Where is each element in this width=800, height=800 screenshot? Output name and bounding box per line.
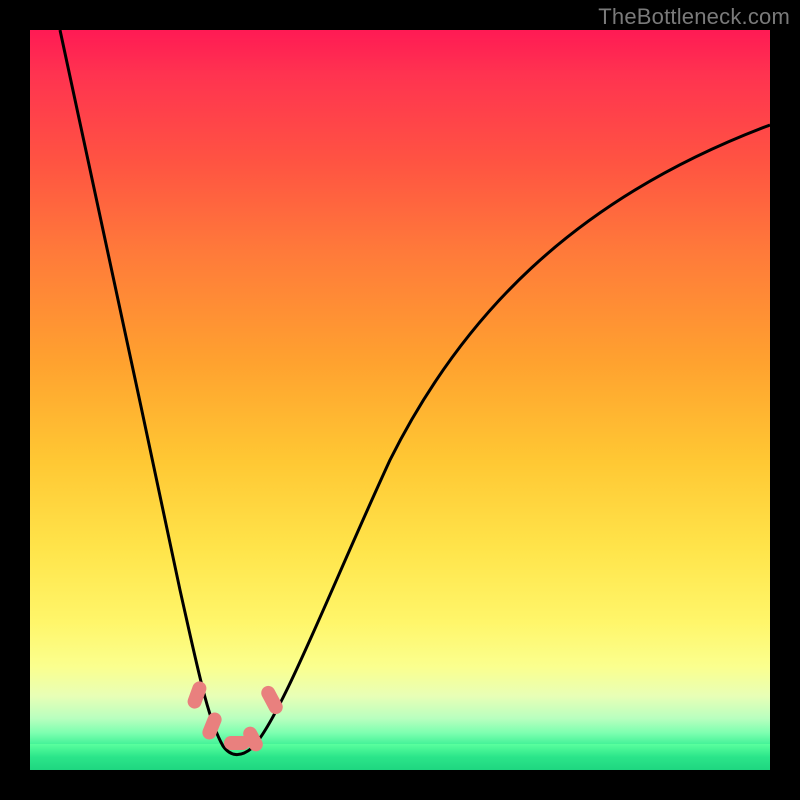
watermark-text: TheBottleneck.com — [598, 4, 790, 30]
chart-plot-area — [30, 30, 770, 770]
bottleneck-curve-path — [60, 30, 770, 755]
curve-marker-b — [200, 710, 223, 741]
bottleneck-curve-svg — [30, 30, 770, 770]
marker-group — [186, 679, 286, 753]
